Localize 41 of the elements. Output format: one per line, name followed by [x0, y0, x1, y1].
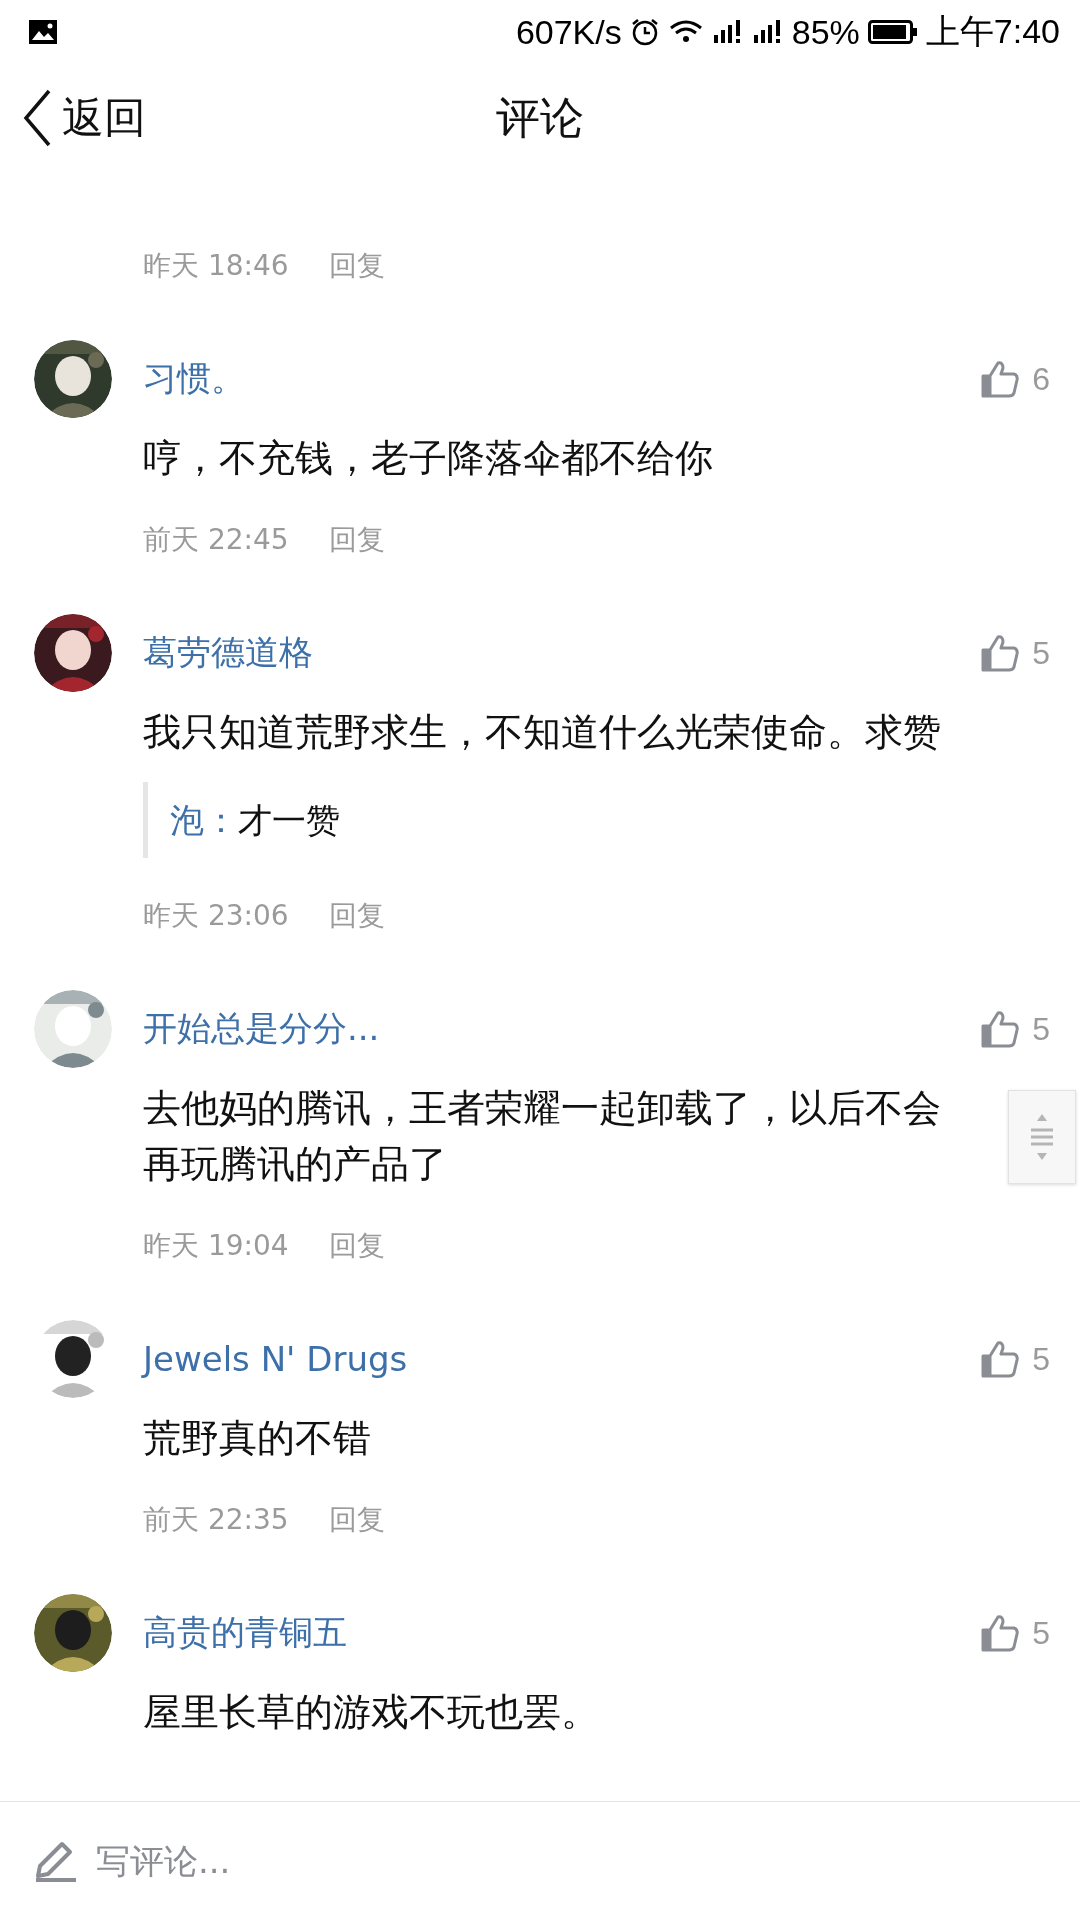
comment-text: 荒野真的不错: [142, 1415, 372, 1462]
reply-text: 泡：才一赞: [170, 800, 340, 840]
comment-text: 哼，不充钱，老子降落伞都不给你: [142, 435, 714, 482]
comment-time: 昨天 19:04: [143, 1228, 289, 1264]
like-button[interactable]: 6: [980, 360, 1050, 398]
like-button[interactable]: 5: [980, 1010, 1050, 1048]
back-icon: [22, 89, 52, 147]
reply-link[interactable]: 回复: [328, 896, 385, 936]
user-name[interactable]: 高贵的青铜五: [143, 1610, 981, 1656]
comment-text: 我只知道荒野求生，不知道什么光荣使命。求赞: [142, 709, 942, 756]
back-button[interactable]: 返回: [0, 89, 146, 147]
like-button[interactable]: 5: [980, 1614, 1050, 1652]
reply-link[interactable]: 回复: [328, 246, 385, 286]
reply-link[interactable]: 回复: [328, 1500, 385, 1540]
image-icon: [28, 19, 58, 45]
user-name[interactable]: 开始总是分分...: [143, 1006, 981, 1052]
comment-text: 去他妈的腾讯，王者荣耀一起卸载了，以后不会再玩腾讯的产品了: [142, 1085, 942, 1188]
thumbs-up-icon: [980, 1010, 1021, 1048]
comment-time: 前天 22:45: [143, 522, 289, 558]
thumbs-up-icon: [980, 634, 1021, 672]
reply-link[interactable]: 回复: [328, 1226, 385, 1266]
user-name[interactable]: 葛劳德道格: [143, 630, 981, 676]
user-name[interactable]: 习惯。: [143, 356, 981, 402]
scroll-handle[interactable]: [1008, 1090, 1076, 1184]
comment-time: 前天 22:35: [143, 1502, 289, 1538]
clock: 上午7:40: [925, 11, 1060, 52]
like-button[interactable]: 5: [980, 1340, 1050, 1378]
user-name[interactable]: Jewels N' Drugs: [143, 1339, 981, 1379]
battery-icon: [867, 20, 918, 44]
comment-time: 昨天 23:06: [143, 898, 289, 934]
page-title: 评论: [496, 90, 584, 145]
network-speed: 607K/s: [515, 12, 622, 52]
comment-time: 昨天 18:46: [143, 248, 289, 284]
like-button[interactable]: 5: [980, 634, 1050, 672]
thumbs-up-icon: [980, 360, 1021, 398]
battery-percent: 85%: [791, 12, 860, 52]
comment-input[interactable]: 写评论...: [94, 1840, 1080, 1882]
comment-text: 屋里长草的游戏不玩也罢。: [142, 1689, 600, 1736]
thumbs-up-icon: [980, 1340, 1021, 1378]
reply-link[interactable]: 回复: [328, 520, 385, 560]
thumbs-up-icon: [980, 1614, 1021, 1652]
